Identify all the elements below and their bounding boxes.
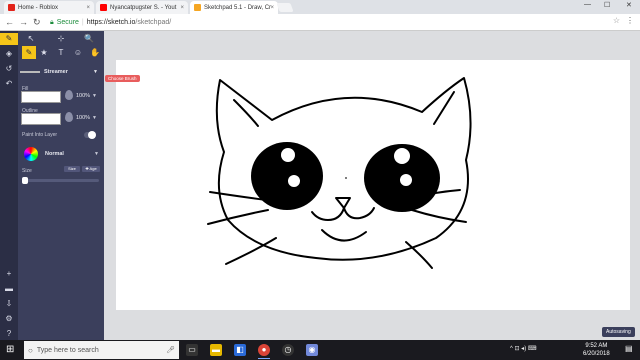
chevron-down-icon: ▼	[93, 69, 98, 75]
opacity-drop-icon	[65, 112, 73, 122]
clock-app-icon[interactable]: ◷	[282, 344, 294, 356]
paint-tools-icon[interactable]: ✎	[0, 33, 18, 45]
age-mode-button[interactable]: ✚ Age	[82, 166, 100, 172]
size-slider[interactable]	[22, 177, 99, 184]
new-tab-button[interactable]	[276, 3, 294, 12]
text-tool-icon[interactable]: T	[54, 46, 68, 59]
search-placeholder: Type here to search	[36, 346, 99, 354]
fill-opacity[interactable]: 100%	[76, 93, 90, 99]
zoom-tool-icon[interactable]: 🔍	[82, 32, 96, 45]
store-icon[interactable]: ◧	[234, 344, 246, 356]
history-icon[interactable]: ↺	[3, 63, 15, 75]
maximize-button[interactable]: ☐	[604, 1, 610, 9]
microphone-icon[interactable]: 🎤︎	[166, 346, 175, 354]
discord-icon[interactable]: ◉	[306, 344, 318, 356]
color-wheel-icon[interactable]	[24, 147, 38, 161]
fill-color-swatch[interactable]	[21, 91, 61, 103]
opacity-drop-icon	[65, 90, 73, 100]
tab-close-icon[interactable]: ×	[180, 5, 184, 11]
crop-tool-icon[interactable]: ⊹	[54, 32, 68, 45]
browser-tab-bar: Home - Roblox × Nyancatpugster S. - Yout…	[0, 0, 640, 14]
chevron-down-icon[interactable]: ▼	[94, 151, 99, 157]
secure-label: Secure	[56, 19, 79, 26]
brush-stroke-preview	[20, 71, 40, 73]
tab-close-icon[interactable]: ×	[270, 5, 274, 11]
outline-color-swatch[interactable]	[21, 113, 61, 125]
search-icon: ○	[28, 345, 33, 355]
tab-youtube[interactable]: Nyancatpugster S. - Yout ×	[96, 1, 188, 14]
url-divider: |	[81, 19, 84, 26]
tab-title: Home - Roblox	[18, 4, 59, 11]
brush-tool-icon[interactable]: ✎	[22, 46, 36, 59]
lock-icon: 🔒︎	[50, 18, 54, 26]
tab-sketchpad[interactable]: Sketchpad 5.1 - Draw, Cr ×	[190, 1, 278, 14]
task-view-icon[interactable]: ▭	[186, 344, 198, 356]
cat-drawing	[207, 77, 472, 269]
hand-tool-icon[interactable]: ✋	[88, 46, 102, 59]
clock-date: 6/20/2018	[583, 351, 610, 357]
brush-name: Streamer	[44, 69, 68, 75]
drawing-canvas[interactable]	[116, 60, 630, 310]
blend-mode[interactable]: Normal	[45, 151, 64, 157]
url-input[interactable]: 🔒︎ Secure | https://sketch.io /sketchpad…	[50, 16, 610, 29]
emoji-tool-icon[interactable]: ☺	[71, 46, 85, 59]
app-side-toolbar: ✎ ◈ ↺ ↶ + ▬ ⇩ ⚙ ?	[0, 31, 18, 340]
size-mode-button[interactable]: Size	[64, 166, 80, 172]
tool-options-panel: ↖ ⊹ 🔍 ✎ ★ T ☺ ✋ Streamer ▼ Fill 100% ▼ O…	[18, 31, 104, 340]
paint-into-layer-label: Paint Into Layer	[22, 132, 58, 138]
notifications-icon[interactable]: ▤	[625, 344, 635, 355]
minimize-button[interactable]: —	[584, 1, 591, 8]
youtube-favicon-icon	[100, 4, 107, 11]
roblox-favicon-icon	[8, 4, 15, 11]
tab-title: Sketchpad 5.1 - Draw, Cr	[204, 4, 272, 11]
add-icon[interactable]: +	[3, 268, 15, 280]
tool-picker: ↖ ⊹ 🔍 ✎ ★ T ☺ ✋	[18, 31, 104, 61]
choose-brush-tooltip: Choose Brush	[105, 75, 140, 82]
system-tray-icons[interactable]: ^ ⊡ ◂) ⌨	[510, 345, 537, 352]
clock-time: 9:52 AM	[585, 343, 608, 349]
bookmark-star-icon[interactable]: ☆	[613, 16, 620, 25]
size-label: Size	[22, 168, 32, 174]
forward-button[interactable]: →	[19, 17, 28, 27]
tab-close-icon[interactable]: ×	[86, 5, 90, 11]
outline-opacity[interactable]: 100%	[76, 115, 90, 121]
chevron-down-icon[interactable]: ▼	[92, 93, 97, 99]
reload-button[interactable]: ↻	[33, 17, 41, 28]
url-host: https://sketch.io	[86, 19, 136, 26]
select-tool-icon[interactable]: ↖	[24, 32, 38, 45]
settings-icon[interactable]: ⚙	[3, 313, 15, 325]
file-explorer-icon[interactable]: ▬	[210, 344, 222, 356]
layers-icon[interactable]: ◈	[3, 48, 15, 60]
chevron-down-icon[interactable]: ▼	[92, 115, 97, 121]
url-path: /sketchpad/	[135, 19, 172, 26]
folder-icon[interactable]: ▬	[3, 283, 15, 295]
download-icon[interactable]: ⇩	[3, 298, 15, 310]
browser-menu-icon[interactable]: ⋮	[626, 16, 634, 25]
autosave-status: Autosaving	[602, 327, 635, 337]
sketchpad-favicon-icon	[194, 4, 201, 11]
os-taskbar: ⊞ ○ Type here to search 🎤︎ ▭ ▬ ◧ ● ◷ ◉ ^…	[0, 340, 640, 360]
brush-selector[interactable]: Streamer ▼	[20, 65, 102, 79]
tab-title: Nyancatpugster S. - Yout	[110, 4, 177, 11]
undo-icon[interactable]: ↶	[3, 78, 15, 90]
windows-start-icon[interactable]: ⊞	[6, 344, 18, 356]
help-icon[interactable]: ?	[3, 328, 15, 340]
paint-into-layer-toggle[interactable]	[84, 131, 96, 139]
tab-roblox[interactable]: Home - Roblox ×	[4, 1, 94, 14]
back-button[interactable]: ←	[5, 17, 14, 27]
taskbar-search-input[interactable]: ○ Type here to search 🎤︎	[24, 341, 179, 359]
taskbar-clock[interactable]: 9:52 AM 6/20/2018	[583, 342, 610, 358]
stamp-tool-icon[interactable]: ★	[37, 46, 51, 59]
address-bar-row: ← → ↻ 🔒︎ Secure | https://sketch.io /ske…	[0, 14, 640, 31]
close-window-button[interactable]: ✕	[626, 1, 632, 9]
chrome-icon[interactable]: ●	[258, 344, 270, 359]
